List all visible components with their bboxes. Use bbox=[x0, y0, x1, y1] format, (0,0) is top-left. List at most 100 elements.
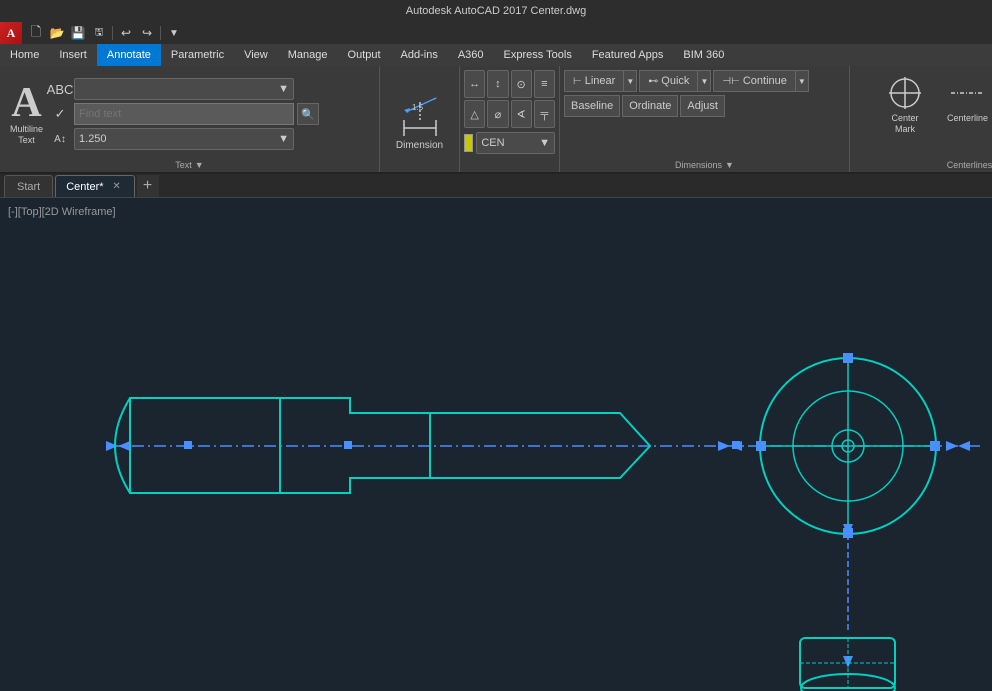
menu-expresstools[interactable]: Express Tools bbox=[494, 44, 582, 66]
cen-dropdown[interactable]: CEN ▼ bbox=[476, 132, 555, 154]
acad-logo[interactable]: A bbox=[0, 22, 22, 44]
ribbon-content: A MultilineText ABC ▼ bbox=[0, 66, 992, 172]
center-tab-close[interactable]: ✕ bbox=[110, 180, 124, 194]
dim-icon-btn6[interactable]: ⌀ bbox=[487, 100, 508, 128]
svg-text:1.5: 1.5 bbox=[412, 103, 424, 112]
find-text-input[interactable] bbox=[74, 103, 294, 125]
menu-a360[interactable]: A360 bbox=[448, 44, 494, 66]
scale-value: 1.250 bbox=[79, 133, 107, 145]
centerlines-buttons: CenterMark Centerline 1.5 Multi bbox=[877, 70, 992, 158]
cen-arrow: ▼ bbox=[539, 137, 550, 149]
start-tab[interactable]: Start bbox=[4, 175, 53, 197]
centerlines-footer[interactable]: Centerlines bbox=[947, 158, 992, 172]
start-tab-label: Start bbox=[17, 181, 40, 193]
linear-label: Linear bbox=[585, 75, 616, 87]
linear-button[interactable]: ⊢ Linear bbox=[564, 70, 623, 92]
dimensions-label: Dimensions bbox=[675, 160, 722, 170]
dimension-icon: 1.5 bbox=[396, 92, 444, 140]
centerlines-label: Centerlines bbox=[947, 160, 992, 170]
find-search-btn[interactable]: 🔍 bbox=[297, 103, 319, 125]
qa-toolbar: 🗋 📂 💾 🖫 ↩ ↪ ▼ bbox=[22, 23, 188, 43]
viewport-label: [-][Top][2D Wireframe] bbox=[8, 206, 116, 218]
menu-view[interactable]: View bbox=[234, 44, 278, 66]
qa-redo[interactable]: ↪ bbox=[137, 23, 157, 43]
menu-home[interactable]: Home bbox=[0, 44, 49, 66]
doc-tabs: Start Center* ✕ + bbox=[0, 174, 992, 198]
menu-insert[interactable]: Insert bbox=[49, 44, 97, 66]
continue-label: Continue bbox=[743, 75, 787, 87]
text-group-arrow: ▼ bbox=[195, 160, 204, 170]
qa-more[interactable]: ▼ bbox=[164, 23, 184, 43]
dim-row1: ⊢ Linear ▼ ⊷ Quick ▼ ⊣⊢ Continue bbox=[564, 70, 845, 92]
dimensions-arrow: ▼ bbox=[725, 160, 734, 170]
dimension-button[interactable]: 1.5 Dimension bbox=[396, 70, 444, 172]
qa-undo[interactable]: ↩ bbox=[116, 23, 136, 43]
multiline-label: MultilineText bbox=[10, 124, 43, 146]
center-mark-button[interactable]: CenterMark bbox=[877, 70, 933, 158]
text-controls: ABC ▼ ✓ 🔍 A↕ bbox=[49, 78, 375, 150]
dim-icon-btn5[interactable]: △ bbox=[464, 100, 485, 128]
linear-icon: ⊢ bbox=[573, 76, 582, 87]
quick-button[interactable]: ⊷ Quick bbox=[639, 70, 697, 92]
continue-button[interactable]: ⊣⊢ Continue bbox=[713, 70, 794, 92]
dim-row2: Baseline Ordinate Adjust bbox=[564, 95, 845, 117]
continue-icon: ⊣⊢ bbox=[722, 76, 739, 87]
center-tab[interactable]: Center* ✕ bbox=[55, 175, 134, 197]
text-group-label: Text bbox=[175, 160, 192, 170]
menu-manage[interactable]: Manage bbox=[278, 44, 338, 66]
multiline-text-button[interactable]: A MultilineText bbox=[4, 80, 49, 148]
text-row3: A↕ 1.250 ▼ bbox=[49, 128, 375, 150]
ribbon: A MultilineText ABC ▼ bbox=[0, 66, 992, 174]
quick-arrow[interactable]: ▼ bbox=[697, 70, 711, 92]
cen-color-swatch bbox=[464, 134, 473, 152]
text-group: A MultilineText ABC ▼ bbox=[0, 66, 380, 172]
continue-btn-group: ⊣⊢ Continue ▼ bbox=[713, 70, 808, 92]
dim-icon-btn7[interactable]: ∢ bbox=[511, 100, 532, 128]
menu-featuredapps[interactable]: Featured Apps bbox=[582, 44, 674, 66]
continue-arrow[interactable]: ▼ bbox=[795, 70, 809, 92]
viewport: [-][Top][2D Wireframe] bbox=[0, 198, 992, 691]
dimensions-group: ⊢ Linear ▼ ⊷ Quick ▼ ⊣⊢ Continue bbox=[560, 66, 850, 172]
text-group-footer[interactable]: Text ▼ bbox=[175, 158, 203, 172]
dim-icon-row2: △ ⌀ ∢ ╤ bbox=[464, 100, 555, 128]
dim-icon-row1: ↔ ↕ ⊙ ≡ bbox=[464, 70, 555, 98]
abc-icon: ABC bbox=[49, 82, 71, 97]
quick-icon: ⊷ bbox=[648, 76, 658, 87]
center-mark-icon bbox=[885, 73, 925, 113]
linear-arrow[interactable]: ▼ bbox=[623, 70, 637, 92]
dim-extra3[interactable]: Adjust bbox=[680, 95, 725, 117]
dim-icon-btn2[interactable]: ↕ bbox=[487, 70, 508, 98]
qa-saveas[interactable]: 🖫 bbox=[89, 23, 109, 43]
qa-open[interactable]: 📂 bbox=[47, 23, 67, 43]
menu-bim360[interactable]: BIM 360 bbox=[673, 44, 734, 66]
menu-parametric[interactable]: Parametric bbox=[161, 44, 234, 66]
quick-btn-group: ⊷ Quick ▼ bbox=[639, 70, 711, 92]
centerline-label: Centerline bbox=[947, 113, 988, 124]
linear-btn-group: ⊢ Linear ▼ bbox=[564, 70, 637, 92]
qa-save[interactable]: 💾 bbox=[68, 23, 88, 43]
text-group-inner: A MultilineText ABC ▼ bbox=[4, 70, 375, 158]
scale-dropdown[interactable]: 1.250 ▼ bbox=[74, 128, 294, 150]
text-row1: ABC ▼ bbox=[49, 78, 375, 100]
menubar: Home Insert Annotate Parametric View Man… bbox=[0, 44, 992, 66]
dimensions-footer[interactable]: Dimensions ▼ bbox=[564, 158, 845, 172]
centerline-button[interactable]: Centerline bbox=[939, 70, 992, 158]
menu-annotate[interactable]: Annotate bbox=[97, 44, 161, 66]
dim-icon-btn1[interactable]: ↔ bbox=[464, 70, 485, 98]
style-dropdown[interactable]: ▼ bbox=[74, 78, 294, 100]
quick-access-bar: A 🗋 📂 💾 🖫 ↩ ↪ ▼ bbox=[0, 22, 992, 44]
qa-new[interactable]: 🗋 bbox=[26, 23, 46, 43]
menu-output[interactable]: Output bbox=[338, 44, 391, 66]
cen-value: CEN bbox=[481, 137, 504, 149]
dim-icon-btn8[interactable]: ╤ bbox=[534, 100, 555, 128]
qa-sep2 bbox=[160, 26, 161, 40]
dim-icon-btn4[interactable]: ≡ bbox=[534, 70, 555, 98]
scale-arrow: ▼ bbox=[278, 133, 289, 145]
menu-addins[interactable]: Add-ins bbox=[391, 44, 448, 66]
titlebar: Autodesk AutoCAD 2017 Center.dwg bbox=[0, 0, 992, 22]
new-tab-button[interactable]: + bbox=[137, 175, 159, 197]
dim-extra1[interactable]: Baseline bbox=[564, 95, 620, 117]
dim-icon-btn3[interactable]: ⊙ bbox=[511, 70, 532, 98]
center-tab-label: Center* bbox=[66, 181, 103, 193]
dim-extra2[interactable]: Ordinate bbox=[622, 95, 678, 117]
